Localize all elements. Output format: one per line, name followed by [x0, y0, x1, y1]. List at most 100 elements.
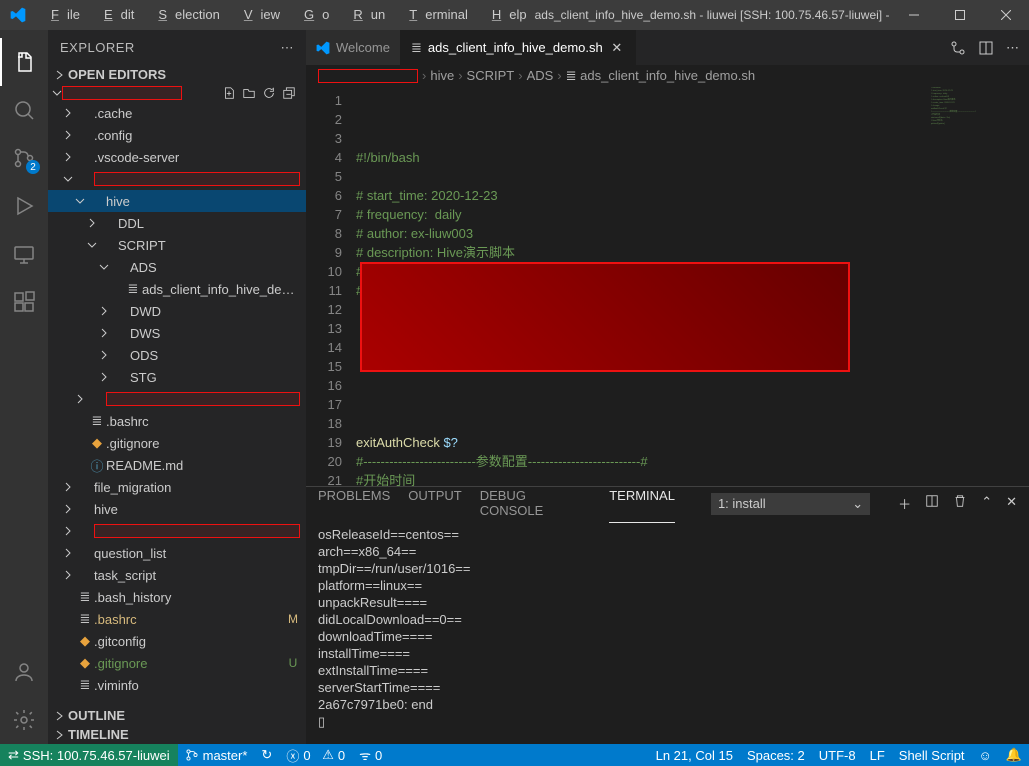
menu-selection[interactable]: Selection: [142, 0, 227, 30]
scm-badge: 2: [26, 160, 40, 174]
folder-item[interactable]: DWS: [48, 322, 306, 344]
tab-close-icon[interactable]: ✕: [609, 40, 625, 56]
git-sync-status[interactable]: ↻: [254, 744, 279, 766]
indentation-status[interactable]: Spaces: 2: [740, 744, 812, 766]
file-item[interactable]: ≣.bashrcM: [48, 608, 306, 630]
folder-item[interactable]: DWD: [48, 300, 306, 322]
folder-item[interactable]: .config: [48, 124, 306, 146]
git-branch-status[interactable]: master*: [178, 744, 255, 766]
cursor-position-status[interactable]: Ln 21, Col 15: [649, 744, 740, 766]
extensions-activity-icon[interactable]: [0, 278, 48, 326]
folder-item[interactable]: hive: [48, 190, 306, 212]
chevron-down-icon: ⌄: [852, 496, 863, 512]
panel-tab-output[interactable]: OUTPUT: [408, 484, 461, 523]
file-item[interactable]: ≣.bashrc: [48, 410, 306, 432]
new-terminal-icon[interactable]: ＋: [898, 494, 911, 513]
panel-tab-terminal[interactable]: TERMINAL: [609, 484, 675, 523]
panel-maximize-icon[interactable]: ⌃: [981, 494, 992, 513]
file-item[interactable]: ◆.gitconfig: [48, 630, 306, 652]
new-folder-icon[interactable]: [242, 86, 256, 100]
editor-scrollbar[interactable]: [1015, 87, 1029, 486]
timeline-section[interactable]: TIMELINE: [48, 725, 306, 744]
menu-help[interactable]: Help: [476, 0, 535, 30]
file-tree[interactable]: .cache.config.vscode-serverhiveDDLSCRIPT…: [48, 102, 306, 706]
file-item[interactable]: ≣.bash_history: [48, 586, 306, 608]
terminal-output[interactable]: osReleaseId==centos==arch==x86_64==tmpDi…: [306, 520, 1029, 744]
folder-item[interactable]: ODS: [48, 344, 306, 366]
window-maximize-button[interactable]: [937, 0, 983, 30]
window-minimize-button[interactable]: [891, 0, 937, 30]
workspace-header[interactable]: [48, 84, 306, 102]
collapse-all-icon[interactable]: [282, 86, 296, 100]
menu-go[interactable]: Go: [288, 0, 337, 30]
folder-item[interactable]: ADS: [48, 256, 306, 278]
menu-file[interactable]: File: [35, 0, 88, 30]
editor-area: Welcome≣ads_client_info_hive_demo.sh✕ ⋯ …: [306, 30, 1029, 744]
file-item[interactable]: ◆.gitignore: [48, 432, 306, 454]
breadcrumb-segment[interactable]: ≣ ads_client_info_hive_demo.sh: [566, 68, 755, 84]
editor-body[interactable]: 123456789101112131415161718192021 #!/bin…: [306, 87, 1029, 486]
item-label: .bashrc: [94, 612, 286, 627]
language-mode-status[interactable]: Shell Script: [892, 744, 972, 766]
file-item[interactable]: ≣.viminfo: [48, 674, 306, 696]
open-editors-section[interactable]: OPEN EDITORS: [48, 65, 306, 84]
source-control-activity-icon[interactable]: 2: [0, 134, 48, 182]
folder-item[interactable]: .vscode-server: [48, 146, 306, 168]
file-item[interactable]: ≣ads_client_info_hive_demo.sh: [48, 278, 306, 300]
folder-item[interactable]: DDL: [48, 212, 306, 234]
new-file-icon[interactable]: [222, 86, 236, 100]
folder-item[interactable]: question_list: [48, 542, 306, 564]
terminal-selector[interactable]: 1: install ⌄: [711, 493, 870, 515]
explorer-activity-icon[interactable]: [0, 38, 48, 86]
twisty-icon: [96, 306, 112, 316]
refresh-icon[interactable]: [262, 86, 276, 100]
menu-run[interactable]: Run: [337, 0, 393, 30]
menu-view[interactable]: View: [228, 0, 288, 30]
folder-item[interactable]: [48, 388, 306, 410]
remote-indicator[interactable]: ⇄SSH: 100.75.46.57-liuwei: [0, 744, 178, 766]
editor-tab[interactable]: ≣ads_client_info_hive_demo.sh✕: [401, 30, 636, 65]
ports-status[interactable]: ᯤ0: [352, 744, 389, 766]
sidebar-more-icon[interactable]: ⋯: [281, 40, 295, 56]
panel-tab-problems[interactable]: PROBLEMS: [318, 484, 390, 523]
item-label: .bashrc: [106, 414, 300, 429]
outline-section[interactable]: OUTLINE: [48, 706, 306, 725]
breadcrumb-segment[interactable]: [318, 69, 418, 83]
kill-terminal-icon[interactable]: [953, 494, 967, 513]
folder-item[interactable]: .cache: [48, 102, 306, 124]
breadcrumb-segment[interactable]: ADS: [527, 68, 554, 83]
minimap[interactable]: #!/bin/bash# start_time: 2020-12-23# fre…: [927, 87, 1015, 486]
account-activity-icon[interactable]: [0, 648, 48, 696]
menu-edit[interactable]: Edit: [88, 0, 142, 30]
run-debug-activity-icon[interactable]: [0, 182, 48, 230]
search-activity-icon[interactable]: [0, 86, 48, 134]
file-item[interactable]: ◆.gitignoreU: [48, 652, 306, 674]
split-terminal-icon[interactable]: [925, 494, 939, 513]
problems-status[interactable]: ⓧ0 ⚠0: [279, 744, 352, 766]
folder-item[interactable]: task_script: [48, 564, 306, 586]
breadcrumb-segment[interactable]: hive: [430, 68, 454, 83]
folder-item[interactable]: file_migration: [48, 476, 306, 498]
editor-tab[interactable]: Welcome: [306, 30, 401, 65]
folder-item[interactable]: [48, 168, 306, 190]
eol-status[interactable]: LF: [863, 744, 892, 766]
breadcrumb-segment[interactable]: SCRIPT: [467, 68, 515, 83]
folder-item[interactable]: hive: [48, 498, 306, 520]
feedback-status[interactable]: ☺: [972, 744, 999, 766]
notifications-status[interactable]: 🔔: [999, 744, 1029, 766]
editor-more-icon[interactable]: ⋯: [1006, 40, 1019, 56]
encoding-status[interactable]: UTF-8: [812, 744, 863, 766]
menu-terminal[interactable]: Terminal: [393, 0, 476, 30]
split-editor-icon[interactable]: [978, 40, 994, 56]
compare-changes-icon[interactable]: [950, 40, 966, 56]
breadcrumbs[interactable]: ›hive›SCRIPT›ADS›≣ ads_client_info_hive_…: [306, 65, 1029, 87]
panel-tab-debug-console[interactable]: DEBUG CONSOLE: [480, 484, 592, 523]
settings-activity-icon[interactable]: [0, 696, 48, 744]
folder-item[interactable]: STG: [48, 366, 306, 388]
remote-explorer-activity-icon[interactable]: [0, 230, 48, 278]
folder-item[interactable]: SCRIPT: [48, 234, 306, 256]
panel-close-icon[interactable]: ✕: [1006, 494, 1017, 513]
folder-item[interactable]: [48, 520, 306, 542]
window-close-button[interactable]: [983, 0, 1029, 30]
file-item[interactable]: ⓘREADME.md: [48, 454, 306, 476]
